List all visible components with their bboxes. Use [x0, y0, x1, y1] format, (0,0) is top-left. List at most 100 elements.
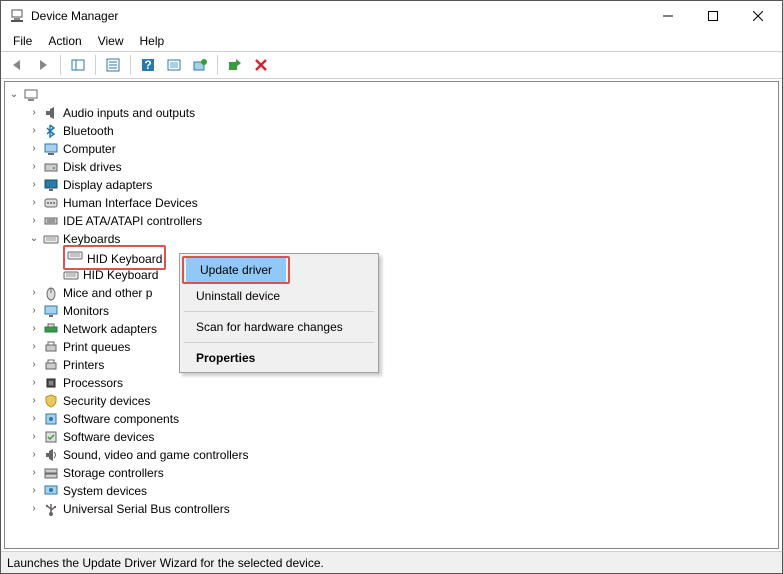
tree-root[interactable]: ⌄	[7, 86, 776, 104]
software-component-icon	[43, 411, 59, 427]
close-button[interactable]	[735, 2, 780, 31]
ctx-uninstall-device[interactable]: Uninstall device	[182, 284, 376, 308]
tree-node[interactable]: › Disk drives	[27, 158, 776, 176]
keyboard-icon	[63, 267, 79, 283]
mouse-icon	[43, 285, 59, 301]
network-icon	[43, 321, 59, 337]
tree-node[interactable]: › Storage controllers	[27, 464, 776, 482]
chevron-down-icon[interactable]: ⌄	[27, 232, 41, 246]
tree-node[interactable]: › Sound, video and game controllers	[27, 446, 776, 464]
monitor-icon	[43, 303, 59, 319]
sound-icon	[43, 447, 59, 463]
forward-arrow-icon[interactable]	[31, 53, 55, 77]
disk-icon	[43, 159, 59, 175]
status-text: Launches the Update Driver Wizard for th…	[7, 556, 324, 570]
tree-node[interactable]: ›Security devices	[27, 392, 776, 410]
tree-leaf[interactable]: HID Keyboard	[47, 266, 776, 284]
toolbar-separator	[130, 55, 131, 75]
tree-node[interactable]: › Bluetooth	[27, 122, 776, 140]
device-tree: ⌄ ›Audio inputs and outputs›Bluetooth›Co…	[5, 82, 778, 522]
tree-node[interactable]: ›Audio inputs and outputs	[27, 104, 776, 122]
tree-node[interactable]: › Universal Serial Bus controllers	[27, 500, 776, 518]
hid-icon	[43, 195, 59, 211]
chevron-right-icon[interactable]: ›	[27, 160, 41, 174]
chevron-right-icon[interactable]: ›	[27, 286, 41, 300]
system-icon	[43, 483, 59, 499]
uninstall-icon[interactable]	[223, 53, 247, 77]
expander-placeholder	[47, 268, 61, 282]
tree-node[interactable]: › Network adapters	[27, 320, 776, 338]
chevron-right-icon[interactable]: ›	[27, 484, 41, 498]
tree-node[interactable]: ›Processors	[27, 374, 776, 392]
window-title: Device Manager	[31, 9, 645, 23]
tree-node-label: Network adapters	[63, 320, 157, 338]
printqueue-icon	[43, 339, 59, 355]
tree-node-label: Display adapters	[63, 176, 152, 194]
chevron-right-icon[interactable]: ›	[27, 412, 41, 426]
titlebar: Device Manager	[1, 1, 782, 31]
tree-node[interactable]: ›Printers	[27, 356, 776, 374]
expander-icon[interactable]: ⌄	[7, 88, 21, 102]
tree-leaf[interactable]: HID Keyboard	[47, 248, 776, 266]
tree-node-label: Sound, video and game controllers	[63, 446, 248, 464]
toolbar-separator	[60, 55, 61, 75]
help-icon[interactable]: ?	[136, 53, 160, 77]
minimize-button[interactable]	[645, 2, 690, 31]
tree-node[interactable]: ›Print queues	[27, 338, 776, 356]
tree-node-label: Software devices	[63, 428, 154, 446]
chevron-right-icon[interactable]: ›	[27, 196, 41, 210]
ctx-update-driver[interactable]: Update driver	[186, 258, 286, 282]
speaker-icon	[43, 105, 59, 121]
chevron-right-icon[interactable]: ›	[27, 304, 41, 318]
show-hide-tree-icon[interactable]	[66, 53, 90, 77]
toolbar-separator	[217, 55, 218, 75]
menu-view[interactable]: View	[90, 32, 132, 50]
ctx-properties[interactable]: Properties	[182, 346, 376, 370]
tree-node[interactable]: ›Human Interface Devices	[27, 194, 776, 212]
ctx-scan-hardware[interactable]: Scan for hardware changes	[182, 315, 376, 339]
chevron-right-icon[interactable]: ›	[27, 340, 41, 354]
tree-node[interactable]: ›Software components	[27, 410, 776, 428]
tree-node[interactable]: › Computer	[27, 140, 776, 158]
chevron-right-icon[interactable]: ›	[27, 466, 41, 480]
chevron-right-icon[interactable]: ›	[27, 502, 41, 516]
menu-action[interactable]: Action	[40, 32, 89, 50]
tree-node[interactable]: › Software devices	[27, 428, 776, 446]
chevron-right-icon[interactable]: ›	[27, 106, 41, 120]
expander-placeholder	[47, 250, 61, 264]
menu-help[interactable]: Help	[132, 32, 173, 50]
back-arrow-icon[interactable]	[5, 53, 29, 77]
svg-text:?: ?	[144, 58, 151, 72]
chevron-right-icon[interactable]: ›	[27, 394, 41, 408]
disable-icon[interactable]	[249, 53, 273, 77]
tree-node-label: Universal Serial Bus controllers	[63, 500, 230, 518]
chevron-right-icon[interactable]: ›	[27, 124, 41, 138]
update-driver-icon[interactable]	[188, 53, 212, 77]
tree-node[interactable]: › Display adapters	[27, 176, 776, 194]
tree-node-label: Computer	[63, 140, 116, 158]
tree-node[interactable]: ›Mice and other p	[27, 284, 776, 302]
device-tree-panel: ⌄ ›Audio inputs and outputs›Bluetooth›Co…	[4, 81, 779, 549]
tree-node-label: Bluetooth	[63, 122, 114, 140]
chevron-right-icon[interactable]: ›	[27, 178, 41, 192]
menu-file[interactable]: File	[5, 32, 40, 50]
tree-node[interactable]: ›IDE ATA/ATAPI controllers	[27, 212, 776, 230]
maximize-button[interactable]	[690, 2, 735, 31]
chevron-right-icon[interactable]: ›	[27, 322, 41, 336]
tree-node[interactable]: ›System devices	[27, 482, 776, 500]
cpu-icon	[43, 375, 59, 391]
chevron-right-icon[interactable]: ›	[27, 358, 41, 372]
tree-node-label: Storage controllers	[63, 464, 164, 482]
chevron-right-icon[interactable]: ›	[27, 430, 41, 444]
chevron-right-icon[interactable]: ›	[27, 142, 41, 156]
chevron-right-icon[interactable]: ›	[27, 448, 41, 462]
chevron-right-icon[interactable]: ›	[27, 214, 41, 228]
ide-icon	[43, 213, 59, 229]
toolbar-separator	[95, 55, 96, 75]
properties-icon[interactable]	[101, 53, 125, 77]
scan-icon[interactable]	[162, 53, 186, 77]
chevron-right-icon[interactable]: ›	[27, 376, 41, 390]
tree-node-label: Disk drives	[63, 158, 122, 176]
tree-node[interactable]: ›Monitors	[27, 302, 776, 320]
toolbar: ?	[1, 51, 782, 79]
